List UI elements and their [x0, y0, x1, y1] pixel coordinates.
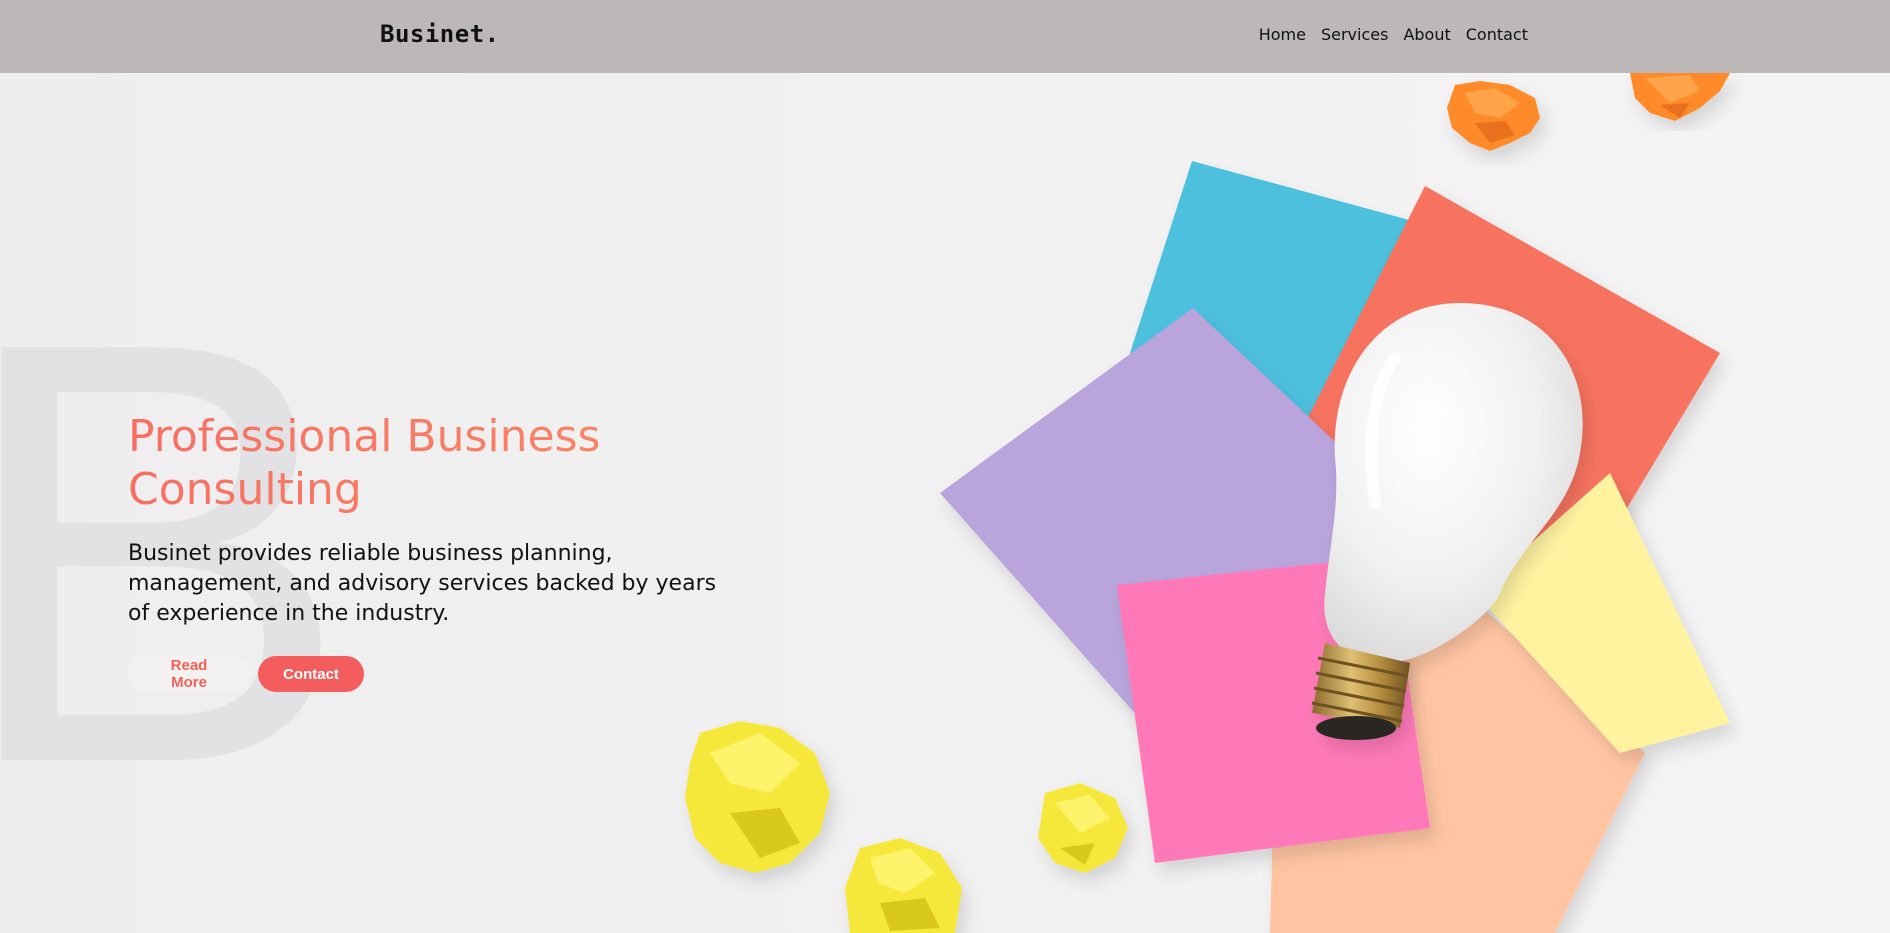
- hero-content: Professional Business Consulting Businet…: [128, 410, 748, 692]
- yellow-paper-ball-medium: [1038, 783, 1128, 873]
- nav-link-about[interactable]: About: [1403, 25, 1450, 44]
- nav-link-services[interactable]: Services: [1321, 25, 1388, 44]
- contact-button[interactable]: Contact: [258, 656, 364, 692]
- orange-paper-ball-right: [1630, 73, 1730, 121]
- read-more-button[interactable]: Read More: [128, 656, 250, 692]
- nav-link-home[interactable]: Home: [1259, 25, 1306, 44]
- hero-buttons: Read More Contact: [128, 656, 748, 692]
- hero-section: B Professional Business Consulting Busin…: [0, 73, 1890, 933]
- yellow-paper-ball-large: [685, 721, 830, 873]
- orange-paper-ball-left: [1447, 81, 1540, 151]
- site-logo[interactable]: Businet.: [380, 20, 500, 48]
- navbar: Businet. Home Services About Contact: [0, 0, 1890, 73]
- nav-link-contact[interactable]: Contact: [1466, 25, 1528, 44]
- hero-subtitle: Businet provides reliable business plann…: [128, 541, 717, 626]
- yellow-paper-ball-small: [845, 838, 962, 933]
- main-nav: Home Services About Contact: [1259, 25, 1528, 44]
- hero-title: Professional Business Consulting: [128, 410, 748, 516]
